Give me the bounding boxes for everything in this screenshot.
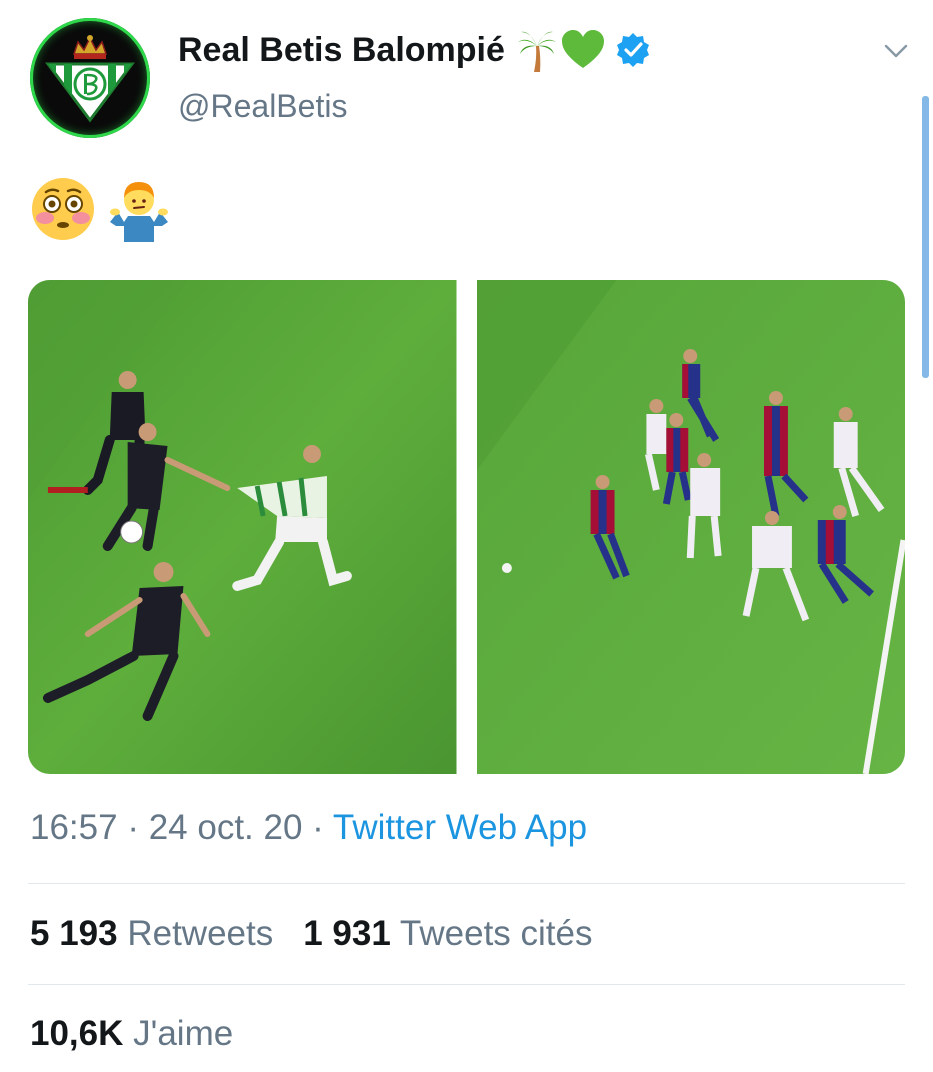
quote-tweets-label: Tweets cités <box>399 914 593 953</box>
tweet-source-link[interactable]: Twitter Web App <box>333 808 587 847</box>
likes-stat[interactable]: 10,6K J'aime <box>30 1014 233 1054</box>
divider <box>28 883 905 884</box>
account-name-row[interactable]: Real Betis Balompié <box>178 28 651 72</box>
likes-count: 10,6K <box>30 1014 124 1053</box>
display-name[interactable]: Real Betis Balompié <box>178 31 505 70</box>
flushed-face-icon <box>32 178 94 240</box>
tweet-timestamp-line: 16:57 · 24 oct. 20 · Twitter Web App <box>30 808 587 848</box>
tweet-text <box>30 176 172 242</box>
media-photo-2[interactable] <box>476 280 905 774</box>
chevron-down-icon[interactable] <box>881 36 911 66</box>
palm-tree-icon <box>517 31 556 72</box>
retweets-count: 5 193 <box>30 914 118 953</box>
tweet-date[interactable]: 24 oct. 20 <box>149 808 303 847</box>
football-photo-barcelona-penalty-area <box>476 280 905 774</box>
meta-separator: · <box>117 808 149 847</box>
meta-separator: · <box>302 808 333 847</box>
real-betis-crest-icon <box>45 35 135 123</box>
green-heart-icon <box>561 30 604 68</box>
media-photo-1[interactable] <box>28 280 457 774</box>
divider <box>28 984 905 985</box>
football-photo-betis-shirt-pull <box>28 280 457 774</box>
avatar[interactable] <box>30 18 150 138</box>
person-shrugging-icon <box>110 182 168 242</box>
retweets-stat[interactable]: 5 193 Retweets <box>30 914 273 954</box>
scrollbar[interactable] <box>922 96 929 378</box>
likes-label: J'aime <box>133 1014 234 1053</box>
retweets-label: Retweets <box>127 914 274 953</box>
verified-badge-icon <box>616 33 649 67</box>
tweet-time[interactable]: 16:57 <box>30 808 118 847</box>
quote-tweets-count: 1 931 <box>303 914 391 953</box>
quote-tweets-stat[interactable]: 1 931 Tweets cités <box>303 914 592 954</box>
account-handle[interactable]: @RealBetis <box>178 88 347 125</box>
tweet-media <box>28 280 905 774</box>
tweet-stats: 5 193 Retweets 1 931 Tweets cités <box>30 914 593 954</box>
